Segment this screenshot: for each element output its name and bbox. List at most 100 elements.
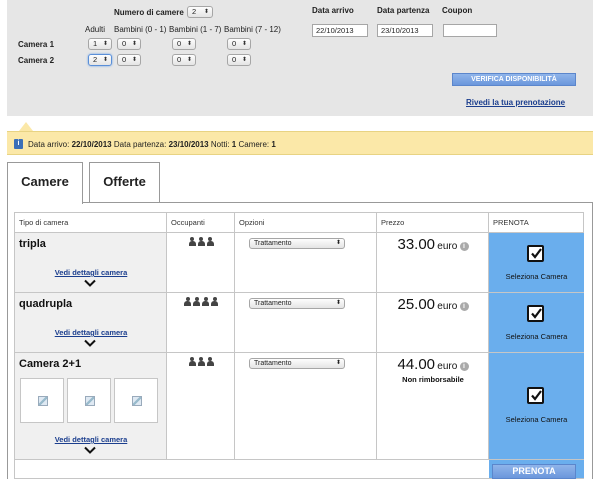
- price-cell: 33.00 euro i: [377, 233, 489, 293]
- person-icon: [197, 237, 205, 246]
- room-details-link[interactable]: Vedi dettagli camera: [15, 328, 167, 337]
- room-type-cell: tripla Vedi dettagli camera: [15, 233, 167, 293]
- room-1-children-1-7-select[interactable]: 0 ⬍: [172, 38, 196, 50]
- table-row: quadrupla Vedi dettagli camera Trattamen…: [15, 293, 584, 353]
- chevron-updown-icon: ⬍: [131, 57, 137, 63]
- summary-nights-value: 1: [231, 140, 237, 149]
- header-room-type: Tipo di camera: [15, 213, 167, 233]
- children-7-12-header: Bambini (7 - 12): [224, 25, 281, 34]
- non-refundable-note: Non rimborsabile: [402, 375, 464, 384]
- header-book: PRENOTA: [489, 213, 584, 233]
- occupants-cell: [167, 353, 235, 460]
- person-icon: [188, 357, 196, 366]
- options-cell: Trattamento ⬍: [235, 353, 377, 460]
- room-type-cell: quadrupla Vedi dettagli camera: [15, 293, 167, 353]
- room-2-children-7-12-select[interactable]: 0 ⬍: [227, 54, 251, 66]
- departure-date-label: Data partenza: [377, 6, 430, 15]
- num-rooms-select[interactable]: 2 ⬍: [187, 6, 213, 18]
- room-1-children-0-1-select[interactable]: 0 ⬍: [117, 38, 141, 50]
- room-1-adults-select[interactable]: 1 ⬍: [88, 38, 112, 50]
- info-icon[interactable]: i: [459, 362, 469, 371]
- review-booking-link[interactable]: Rivedi la tua prenotazione: [466, 98, 565, 107]
- departure-date-input[interactable]: 23/10/2013: [377, 24, 433, 37]
- info-icon[interactable]: i: [459, 302, 469, 311]
- chevron-down-icon[interactable]: [84, 339, 96, 347]
- info-icon[interactable]: i: [459, 242, 469, 251]
- room-details-link[interactable]: Vedi dettagli camera: [15, 435, 167, 444]
- room-1-children-7-12-select[interactable]: 0 ⬍: [227, 38, 251, 50]
- options-cell: Trattamento ⬍: [235, 293, 377, 353]
- select-room-checkbox[interactable]: [527, 245, 544, 262]
- chevron-down-icon[interactable]: [84, 279, 96, 287]
- person-icon: [184, 297, 192, 306]
- summary-nights-label: Notti:: [210, 140, 230, 149]
- room-thumbnail[interactable]: [67, 378, 111, 423]
- person-icon: [211, 297, 219, 306]
- header-price: Prezzo: [377, 213, 489, 233]
- table-row: tripla Vedi dettagli camera Trattamento ⬍…: [15, 233, 584, 293]
- occupants-cell: [167, 293, 235, 353]
- room-2-children-0-1-select[interactable]: 0 ⬍: [117, 54, 141, 66]
- room-1-label: Camera 1: [18, 40, 55, 49]
- room-2-label: Camera 2: [18, 56, 55, 65]
- summary-departure-value: 23/10/2013: [168, 140, 209, 149]
- chevron-updown-icon: ⬍: [241, 57, 247, 63]
- children-1-7-header: Bambini (1 - 7): [169, 25, 222, 34]
- info-bar-pointer: [19, 122, 33, 131]
- person-icon: [197, 357, 205, 366]
- arrival-date-input[interactable]: 22/10/2013: [312, 24, 368, 37]
- verify-availability-button[interactable]: VERIFICA DISPONIBILITÀ: [452, 73, 576, 86]
- checkmark-icon: [531, 248, 542, 259]
- treatment-select[interactable]: Trattamento ⬍: [249, 298, 345, 309]
- book-button[interactable]: PRENOTA: [492, 464, 576, 479]
- book-cell: Seleziona Camera: [489, 233, 584, 293]
- room-2-children-1-7-select[interactable]: 0 ⬍: [172, 54, 196, 66]
- select-room-checkbox[interactable]: [527, 387, 544, 404]
- room-price: 44.00 euro i: [377, 356, 489, 373]
- broken-image-icon: [85, 396, 95, 406]
- booking-summary-text: Data arrivo: 22/10/2013 Data partenza: 2…: [28, 140, 276, 149]
- room-name: quadrupla: [19, 298, 73, 310]
- summary-rooms-label: Camere:: [238, 140, 270, 149]
- price-amount: 25.00: [397, 296, 436, 313]
- coupon-input[interactable]: [443, 24, 497, 37]
- table-row: Camera 2+1 Vedi dettagli camera Trattame…: [15, 353, 584, 460]
- room-thumbnail[interactable]: [114, 378, 158, 423]
- price-amount: 33.00: [397, 236, 436, 253]
- treatment-select[interactable]: Trattamento ⬍: [249, 238, 345, 249]
- chevron-updown-icon: ⬍: [131, 41, 137, 47]
- person-icon: [188, 237, 196, 246]
- tab-camere[interactable]: Camere: [7, 162, 83, 204]
- children-0-1-header: Bambini (0 - 1): [114, 25, 167, 34]
- chevron-updown-icon: ⬍: [186, 41, 192, 47]
- summary-arrival-value: 22/10/2013: [71, 140, 112, 149]
- chevron-updown-icon: ⬍: [102, 41, 108, 47]
- chevron-updown-icon: ⬍: [335, 240, 341, 246]
- select-room-label: Seleziona Camera: [505, 332, 568, 341]
- select-room-label: Seleziona Camera: [505, 272, 568, 281]
- room-type-cell: Camera 2+1 Vedi dettagli camera: [15, 353, 167, 460]
- chevron-updown-icon: ⬍: [186, 57, 192, 63]
- book-cell: Seleziona Camera: [489, 293, 584, 353]
- select-room-label: Seleziona Camera: [505, 415, 568, 424]
- occupants-cell: [167, 233, 235, 293]
- rooms-table: Tipo di camera Occupanti Opzioni Prezzo …: [14, 212, 584, 479]
- booking-summary-bar: i Data arrivo: 22/10/2013 Data partenza:…: [7, 131, 593, 155]
- room-details-link[interactable]: Vedi dettagli camera: [15, 268, 167, 277]
- tab-offerte[interactable]: Offerte: [89, 162, 160, 202]
- occupants-icons: [167, 237, 235, 248]
- chevron-updown-icon: ⬍: [335, 360, 341, 366]
- price-currency: euro: [437, 361, 458, 372]
- person-icon: [193, 297, 201, 306]
- room-thumbnail[interactable]: [20, 378, 64, 423]
- info-icon: i: [14, 139, 23, 149]
- select-room-checkbox[interactable]: [527, 305, 544, 322]
- chevron-down-icon[interactable]: [84, 446, 96, 454]
- room-price: 25.00 euro i: [377, 296, 489, 313]
- room-2-adults-select[interactable]: 2 ⬍: [88, 54, 112, 66]
- checkmark-icon: [531, 390, 542, 401]
- price-amount: 44.00: [397, 356, 436, 373]
- checkmark-icon: [531, 308, 542, 319]
- treatment-select[interactable]: Trattamento ⬍: [249, 358, 345, 369]
- summary-rooms-value: 1: [271, 140, 276, 149]
